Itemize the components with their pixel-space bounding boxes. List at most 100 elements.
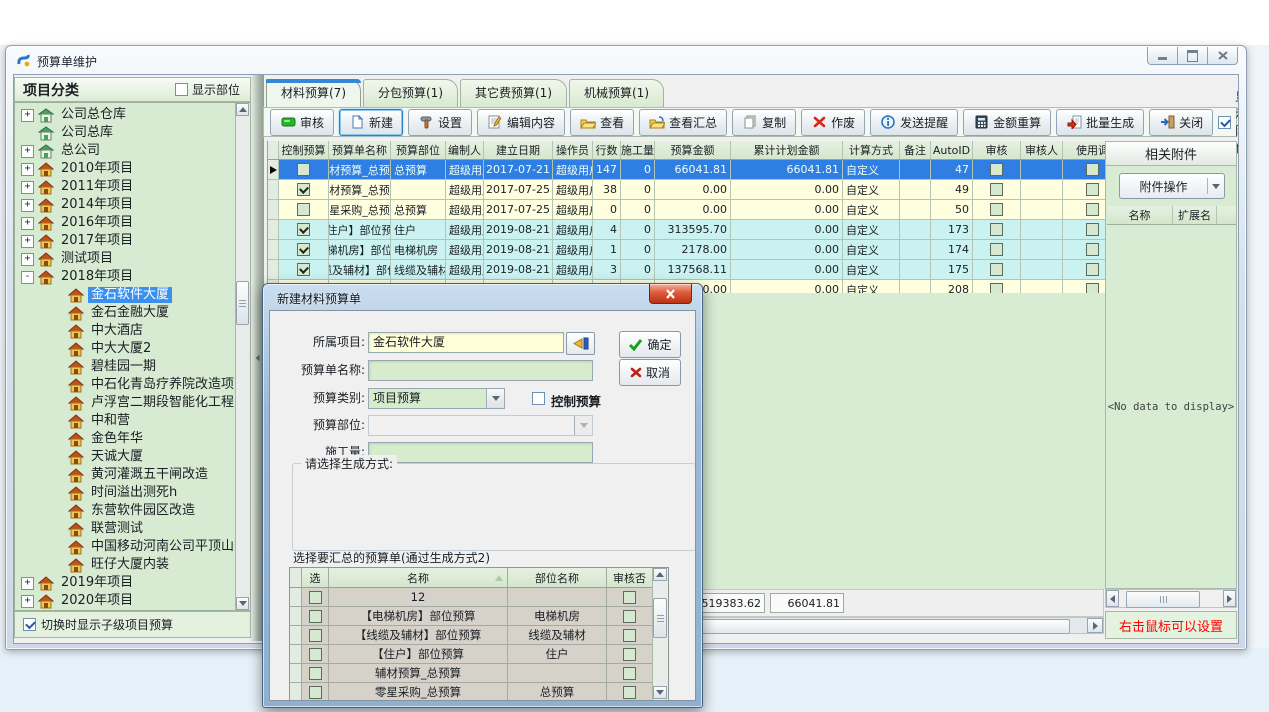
expand-icon[interactable]: + — [21, 181, 34, 194]
tree-item[interactable]: +2016年项目 — [15, 214, 250, 232]
attach-scroll-right[interactable] — [1223, 590, 1236, 607]
project-field[interactable]: 金石软件大厦 — [368, 332, 564, 353]
audited-checkbox[interactable] — [990, 163, 1003, 176]
attach-scroll-left[interactable] — [1106, 590, 1119, 607]
tree-item[interactable]: +2019年项目 — [15, 574, 250, 592]
control-checkbox[interactable] — [297, 163, 310, 176]
audit-checkbox[interactable] — [623, 591, 636, 604]
summary-table-row[interactable]: 【线缆及辅材】部位预算线缆及辅材 — [290, 626, 668, 645]
tab-3[interactable]: 机械预算(1) — [569, 79, 664, 107]
ok-button[interactable]: 确定 — [619, 331, 681, 358]
expand-icon[interactable]: + — [21, 577, 34, 590]
summary-table-scrollbar[interactable] — [652, 568, 668, 701]
audit-checkbox[interactable] — [623, 610, 636, 623]
control-checkbox[interactable] — [297, 223, 310, 236]
tree-scrollbar[interactable] — [235, 103, 250, 610]
toolbar-button-view-sum[interactable]: 查看汇总 — [639, 109, 727, 136]
maximize-button[interactable] — [1177, 47, 1208, 65]
tree-item[interactable]: 中大酒店 — [15, 322, 250, 340]
tree-item[interactable]: +2010年项目 — [15, 160, 250, 178]
expand-icon[interactable]: + — [21, 145, 34, 158]
budget-name-input[interactable] — [368, 360, 593, 381]
attachment-actions-button[interactable]: 附件操作 — [1119, 173, 1225, 199]
collapse-icon[interactable]: - — [21, 271, 34, 284]
audited-checkbox[interactable] — [990, 283, 1003, 293]
tree-item[interactable]: 碧桂园一期 — [15, 358, 250, 376]
grid-column-header[interactable]: 行数 — [593, 141, 621, 159]
sel-checkbox[interactable] — [309, 667, 322, 680]
summary-column-header[interactable]: 部位名称 — [508, 568, 607, 587]
grid-column-header[interactable]: 备注 — [900, 141, 931, 159]
toolbar-button-new[interactable]: 新建 — [339, 109, 403, 136]
usage-checkbox[interactable] — [1086, 243, 1099, 256]
tree-scroll-thumb[interactable] — [236, 281, 249, 325]
toolbar-button-close[interactable]: 关闭 — [1149, 109, 1213, 136]
usage-checkbox[interactable] — [1086, 283, 1099, 293]
toolbar-button-audit[interactable]: 审核 — [270, 109, 334, 136]
combo-arrow-button[interactable] — [486, 389, 504, 408]
tree-item[interactable]: 天诚大厦 — [15, 448, 250, 466]
child-budget-option[interactable]: 切换时显示子级项目预算 — [14, 611, 251, 638]
expand-icon[interactable]: + — [21, 163, 34, 176]
audited-checkbox[interactable] — [990, 223, 1003, 236]
summary-scroll-thumb[interactable] — [653, 598, 667, 638]
summary-table-row[interactable]: 辅材预算_总预算 — [290, 664, 668, 683]
tree-item[interactable]: +公司总仓库 — [15, 106, 250, 124]
tree-item[interactable]: +2011年项目 — [15, 178, 250, 196]
show-parts-checkbox[interactable]: 显示部位 — [175, 81, 240, 98]
tree-item[interactable]: 金石软件大厦 — [15, 286, 250, 304]
attachments-hscrollbar[interactable] — [1105, 589, 1237, 608]
expand-icon[interactable]: + — [21, 253, 34, 266]
tree-item[interactable]: 东营软件园区改造 — [15, 502, 250, 520]
cancel-button[interactable]: 取消 — [619, 359, 681, 386]
expand-icon[interactable]: + — [21, 235, 34, 248]
sel-checkbox[interactable] — [309, 686, 322, 699]
show-parts-checkbox-box[interactable] — [175, 83, 188, 96]
summary-scroll-down[interactable] — [653, 686, 667, 699]
grid-column-header[interactable]: 建立日期 — [484, 141, 553, 159]
grid-column-header[interactable]: 预算部位 — [391, 141, 446, 159]
tree-item[interactable]: 公司总库 — [15, 124, 250, 142]
control-checkbox[interactable] — [297, 263, 310, 276]
tree-scroll-down[interactable] — [236, 597, 249, 610]
grid-column-header[interactable]: 预算金额 — [655, 141, 731, 159]
tree-item[interactable]: -2018年项目 — [15, 268, 250, 286]
summary-scroll-up[interactable] — [653, 568, 667, 581]
control-budget-checkbox[interactable] — [532, 392, 545, 405]
attach-column-header[interactable]: 扩展名 — [1173, 206, 1217, 224]
tree-item[interactable]: 中国移动河南公司平顶山分公司 — [15, 538, 250, 556]
grid-row[interactable]: 【线缆及辅材】部位预算线缆及辅材超级用户2019-08-21超级用户301375… — [268, 260, 1105, 280]
title-bar[interactable]: 预算单维护 — [6, 46, 1246, 74]
control-checkbox[interactable] — [297, 243, 310, 256]
tree-item[interactable]: 黄河灌溉五干闸改造 — [15, 466, 250, 484]
dialog-close-button[interactable] — [649, 284, 692, 304]
toolbar-button-recalc[interactable]: 金额重算 — [963, 109, 1051, 136]
usage-checkbox[interactable] — [1086, 163, 1099, 176]
toolbar-button-remind[interactable]: 发送提醒 — [870, 109, 958, 136]
grid-column-header[interactable]: 编制人 — [446, 141, 484, 159]
usage-checkbox[interactable] — [1086, 223, 1099, 236]
tab-0[interactable]: 材料预算(7) — [266, 79, 361, 107]
expand-icon[interactable]: + — [21, 595, 34, 608]
tree-scroll-up[interactable] — [236, 103, 249, 116]
tree-item[interactable]: 金石金融大厦 — [15, 304, 250, 322]
attach-scroll-thumb[interactable] — [1126, 591, 1200, 608]
grid-column-header[interactable]: AutoID — [931, 141, 973, 159]
audited-checkbox[interactable] — [990, 183, 1003, 196]
tree-item[interactable]: 中石化青岛疗养院改造项目 — [15, 376, 250, 394]
toolbar-button-void[interactable]: 作废 — [801, 109, 865, 136]
toolbar-button-view[interactable]: 查看 — [570, 109, 634, 136]
audit-checkbox[interactable] — [623, 686, 636, 699]
tree-item[interactable]: 卢浮宫二期段智能化工程 — [15, 394, 250, 412]
toolbar-button-edit[interactable]: 编辑内容 — [477, 109, 565, 136]
grid-column-header[interactable]: 累计计划金额 — [731, 141, 843, 159]
minimize-button[interactable] — [1147, 47, 1178, 65]
tree-item[interactable]: +2014年项目 — [15, 196, 250, 214]
audited-checkbox[interactable] — [990, 203, 1003, 216]
control-checkbox[interactable] — [297, 203, 310, 216]
expand-icon[interactable]: + — [21, 199, 34, 212]
expand-icon[interactable]: + — [21, 109, 34, 122]
summary-column-header[interactable]: 名称 — [329, 568, 508, 587]
grid-scroll-right[interactable] — [1087, 618, 1103, 633]
summary-column-header[interactable]: 选 — [302, 568, 329, 587]
